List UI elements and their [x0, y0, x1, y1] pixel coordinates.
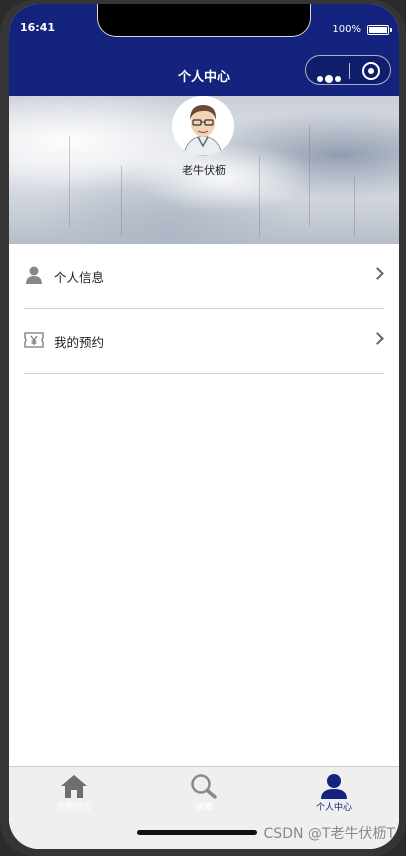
status-time: 16:41 [20, 21, 56, 34]
tab-search-label: 搜索 [194, 803, 213, 813]
device-notch [98, 4, 310, 36]
search-icon [191, 774, 217, 799]
menu-item-personal-info[interactable]: 个人信息 [24, 245, 384, 309]
app-screen: 16:41 100% 个人中心 老牛伏枥 个人信息 我的预约 宠物首页 搜索 个… [9, 4, 399, 849]
tab-home-label: 宠物首页 [55, 803, 92, 813]
tab-search[interactable]: 搜索 [139, 773, 269, 823]
tab-home[interactable]: 宠物首页 [9, 773, 139, 823]
menu-item-my-appointments[interactable]: 我的预约 [24, 310, 384, 374]
tab-profile-label: 个人中心 [315, 803, 352, 813]
user-icon [26, 266, 42, 284]
chevron-right-icon [371, 332, 384, 345]
tab-profile[interactable]: 个人中心 [269, 773, 399, 823]
chevron-right-icon [371, 267, 384, 280]
avatar[interactable] [172, 96, 234, 156]
ticket-yen-icon [24, 332, 44, 348]
menu-item-label: 我的预约 [54, 335, 105, 350]
menu-item-label: 个人信息 [54, 270, 105, 285]
mini-program-capsule [305, 55, 391, 85]
user-icon [321, 774, 347, 799]
battery-icon [367, 25, 392, 35]
battery-percent: 100% [332, 24, 361, 35]
close-miniprogram-icon[interactable] [362, 62, 380, 80]
home-indicator [137, 830, 257, 835]
watermark: CSDN @T老牛伏枥T [263, 826, 395, 842]
home-icon [61, 775, 87, 798]
profile-username: 老牛伏枥 [182, 164, 226, 177]
avatar-cartoon-icon [173, 96, 233, 156]
phone-frame: 16:41 100% 个人中心 老牛伏枥 个人信息 我的预约 宠物首页 搜索 个… [0, 0, 406, 856]
more-menu-icon[interactable] [317, 68, 343, 87]
profile-banner: 老牛伏枥 [9, 96, 399, 244]
capsule-divider [349, 63, 350, 79]
navigation-bar: 个人中心 [9, 52, 399, 96]
